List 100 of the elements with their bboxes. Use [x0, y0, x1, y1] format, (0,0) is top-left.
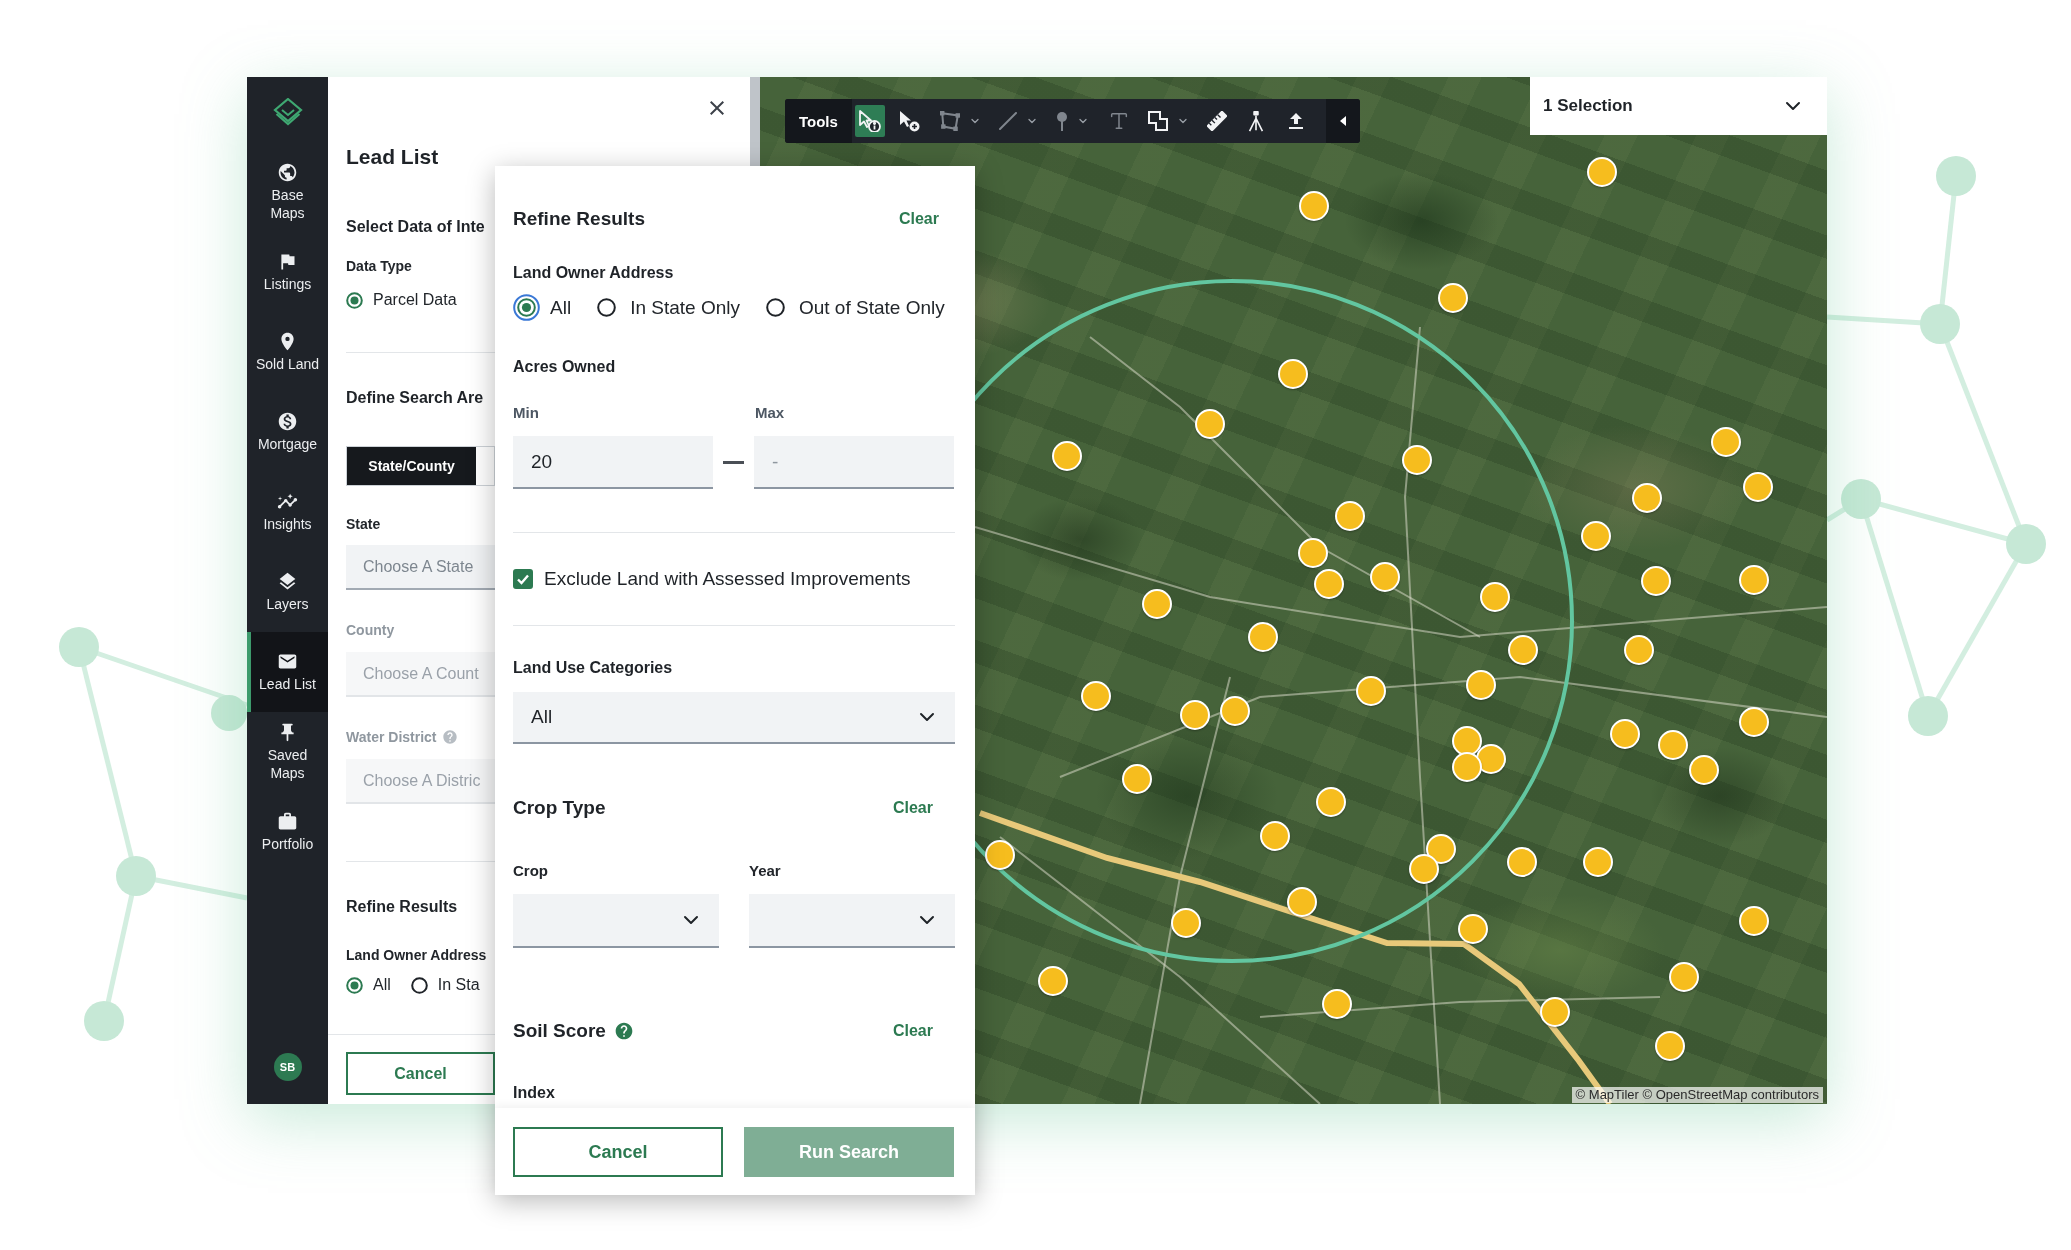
sidebar-item[interactable]: Saved Maps	[247, 712, 328, 792]
radio-option[interactable]: In Sta	[410, 974, 480, 996]
marker-dot-icon[interactable]	[1739, 707, 1769, 737]
field-label: Acres Owned	[513, 357, 617, 377]
popup-title: Refine Results	[513, 207, 645, 231]
marker-dot-icon[interactable]	[1180, 700, 1210, 730]
marker-dot-icon[interactable]	[1322, 989, 1352, 1019]
tripod-icon	[1247, 110, 1264, 132]
marker-dot-icon[interactable]	[1508, 635, 1538, 665]
user-avatar[interactable]: SB	[273, 1053, 302, 1081]
marker-dot-icon[interactable]	[1171, 908, 1201, 938]
marker-dot-icon[interactable]	[1689, 755, 1719, 785]
clear-button[interactable]: Clear	[892, 1021, 933, 1041]
marker-dot-icon[interactable]	[1624, 635, 1654, 665]
collapse-button[interactable]	[1326, 99, 1360, 143]
radio-button[interactable]	[346, 976, 363, 994]
marker-dot-icon[interactable]	[1314, 569, 1344, 599]
radio-option[interactable]: Parcel Data	[346, 289, 457, 311]
marker-dot-icon[interactable]	[1739, 906, 1769, 936]
sidebar-item[interactable]: Base Maps	[247, 152, 328, 232]
cancel-button[interactable]: Cancel	[346, 1052, 495, 1095]
radio-option[interactable]: All	[513, 294, 572, 321]
radio-button[interactable]	[346, 291, 363, 309]
marker-dot-icon[interactable]	[1260, 821, 1290, 851]
marker-dot-icon[interactable]	[1739, 565, 1769, 595]
marker-dot-icon[interactable]	[1287, 887, 1317, 917]
dollar-coin-icon	[277, 411, 298, 432]
field-label: Index	[513, 1083, 556, 1103]
cancel-button[interactable]: Cancel	[513, 1127, 723, 1177]
marker-dot-icon[interactable]	[1438, 283, 1468, 313]
marker-dot-icon[interactable]	[1711, 427, 1741, 457]
marker-dot-icon[interactable]	[1038, 966, 1068, 996]
radio-option[interactable]: All	[346, 974, 391, 996]
marker-dot-icon[interactable]	[1081, 681, 1111, 711]
marker-dot-icon[interactable]	[1583, 847, 1613, 877]
sidebar-item[interactable]: Insights	[247, 472, 328, 552]
marker-dot-icon[interactable]	[1402, 445, 1432, 475]
dropdown-select[interactable]	[513, 894, 719, 948]
shapes-icon	[1147, 111, 1168, 131]
marker-dot-icon[interactable]	[1278, 359, 1308, 389]
marker-dot-icon[interactable]	[985, 840, 1015, 870]
range-dash	[723, 461, 744, 464]
marker-dot-icon[interactable]	[1409, 854, 1439, 884]
help-icon[interactable]	[613, 1021, 634, 1041]
field-label: Crop	[513, 862, 549, 880]
logo-icon	[272, 97, 303, 126]
dropdown-field[interactable]: Choose A State	[346, 545, 495, 590]
marker-dot-icon[interactable]	[1052, 441, 1082, 471]
radio-button[interactable]	[513, 294, 540, 321]
sidebar-item[interactable]: Mortgage	[247, 392, 328, 472]
sidebar-item[interactable]: Lead List	[247, 632, 328, 712]
marker-dot-icon[interactable]	[1452, 752, 1482, 782]
marker-dot-icon[interactable]	[1610, 719, 1640, 749]
marker-dot-icon[interactable]	[1356, 676, 1386, 706]
segment-button[interactable]: State/County	[347, 447, 476, 485]
clear-button[interactable]: Clear	[892, 798, 933, 818]
marker-dot-icon[interactable]	[1466, 670, 1496, 700]
sidebar-item[interactable]: Layers	[247, 552, 328, 632]
number-input[interactable]: 20	[513, 436, 713, 489]
marker-dot-icon[interactable]	[1142, 589, 1172, 619]
marker-dot-icon[interactable]	[1298, 538, 1328, 568]
tool-button[interactable]	[855, 105, 885, 137]
marker-dot-icon[interactable]	[1641, 566, 1671, 596]
marker-dot-icon[interactable]	[1335, 501, 1365, 531]
marker-dot-icon[interactable]	[1540, 997, 1570, 1027]
marker-dot-icon[interactable]	[1658, 730, 1688, 760]
checkbox[interactable]	[513, 569, 533, 589]
dropdown-select[interactable]: All	[513, 692, 955, 744]
marker-dot-icon[interactable]	[1632, 483, 1662, 513]
clear-button[interactable]: Clear	[898, 209, 939, 229]
marker-dot-icon[interactable]	[1480, 582, 1510, 612]
marker-dot-icon[interactable]	[1299, 191, 1329, 221]
marker-dot-icon[interactable]	[1743, 472, 1773, 502]
section-title: Soil Score	[513, 1019, 606, 1043]
briefcase-icon	[277, 811, 298, 832]
marker-dot-icon[interactable]	[1581, 521, 1611, 551]
checkbox-option[interactable]: Exclude Land with Assessed Improvements	[513, 567, 955, 591]
sidebar-item[interactable]: Portfolio	[247, 792, 328, 872]
marker-dot-icon[interactable]	[1316, 787, 1346, 817]
radio-button[interactable]	[410, 976, 428, 994]
selection-dropdown[interactable]: 1 Selection	[1530, 77, 1827, 135]
radio-option[interactable]: Out of State Only	[761, 294, 945, 321]
number-input[interactable]: -	[754, 436, 954, 489]
marker-dot-icon[interactable]	[1370, 562, 1400, 592]
marker-dot-icon[interactable]	[1669, 962, 1699, 992]
marker-dot-icon[interactable]	[1507, 847, 1537, 877]
sidebar-item[interactable]: Sold Land	[247, 312, 328, 392]
marker-dot-icon[interactable]	[1655, 1031, 1685, 1061]
marker-dot-icon[interactable]	[1248, 622, 1278, 652]
marker-dot-icon[interactable]	[1587, 157, 1617, 187]
field-label: Data Type	[346, 257, 413, 275]
info-cursor-icon	[859, 110, 881, 132]
marker-dot-icon[interactable]	[1458, 914, 1488, 944]
radio-option[interactable]: In State Only	[593, 294, 740, 321]
marker-dot-icon[interactable]	[1426, 834, 1456, 864]
sidebar-item[interactable]: Listings	[247, 232, 328, 312]
marker-dot-icon[interactable]	[1220, 696, 1250, 726]
dropdown-select[interactable]	[749, 894, 955, 948]
marker-dot-icon[interactable]	[1122, 764, 1152, 794]
marker-dot-icon[interactable]	[1195, 409, 1225, 439]
